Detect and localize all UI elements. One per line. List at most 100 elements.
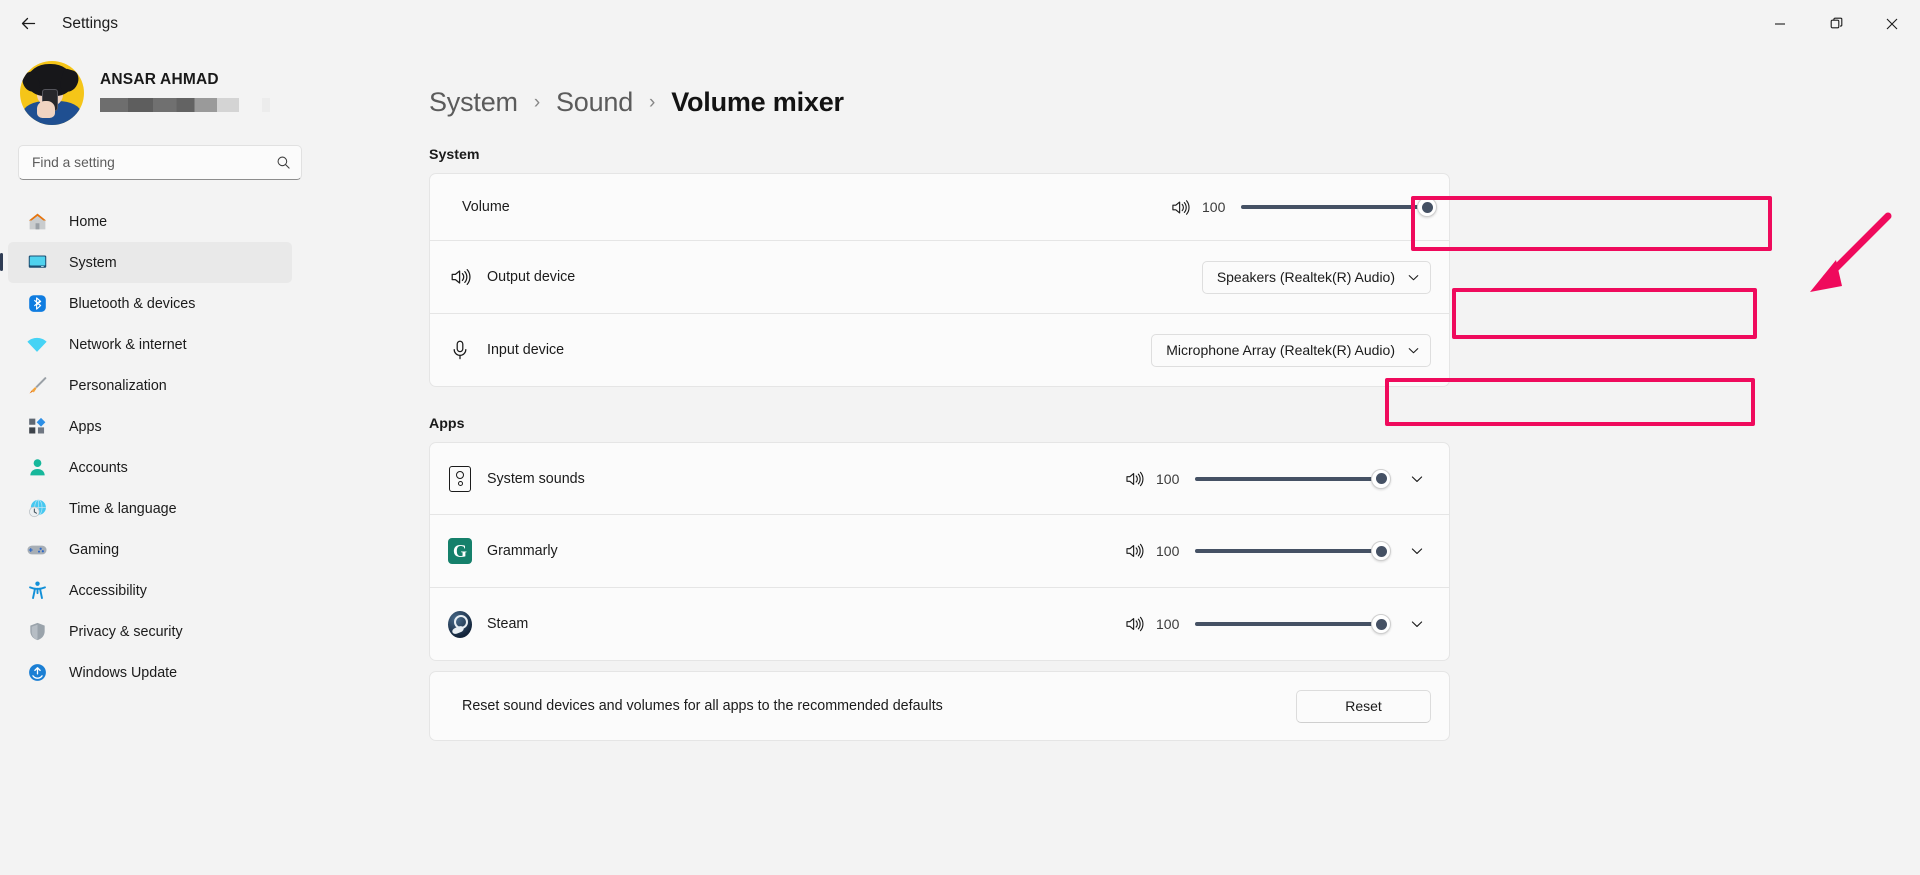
reset-card-group: Reset sound devices and volumes for all …	[429, 671, 1450, 741]
input-device-value: Microphone Array (Realtek(R) Audio)	[1166, 342, 1395, 358]
search-box[interactable]	[18, 145, 302, 180]
arrow-left-icon	[21, 17, 35, 30]
speaker-icon	[448, 265, 472, 289]
app-expand-button[interactable]	[1403, 537, 1431, 565]
home-icon	[26, 211, 48, 233]
microphone-icon	[448, 338, 472, 362]
sidebar-item-gaming[interactable]: Gaming	[8, 529, 292, 570]
speaker-icon	[1124, 614, 1144, 634]
reset-row: Reset sound devices and volumes for all …	[429, 671, 1450, 741]
sidebar-item-network-internet[interactable]: Network & internet	[8, 324, 292, 365]
paintbrush-icon	[26, 375, 48, 397]
sidebar-item-personalization[interactable]: Personalization	[8, 365, 292, 406]
app-row-label: System sounds	[487, 470, 585, 487]
app-expand-button[interactable]	[1403, 465, 1431, 493]
app-expand-button[interactable]	[1403, 610, 1431, 638]
minimize-button[interactable]	[1752, 0, 1808, 47]
sidebar-nav: Home System Bluetooth & devices Network …	[0, 201, 382, 693]
app-volume-group: 100	[1124, 465, 1431, 493]
chevron-down-icon	[1411, 475, 1423, 482]
sidebar-item-privacy-security[interactable]: Privacy & security	[8, 611, 292, 652]
restore-icon	[1830, 17, 1842, 29]
volume-slider-thumb[interactable]	[1417, 197, 1437, 217]
close-button[interactable]	[1864, 0, 1920, 47]
volume-slider[interactable]	[1241, 196, 1437, 218]
sidebar-item-label: Accounts	[69, 459, 128, 476]
accessibility-icon	[26, 580, 48, 602]
account-block[interactable]: ANSAR AHMAD	[0, 47, 382, 131]
sidebar-item-accounts[interactable]: Accounts	[8, 447, 292, 488]
app-row-label: Steam	[487, 616, 529, 632]
title-bar: Settings	[0, 0, 1920, 47]
breadcrumb: System › Sound › Volume mixer	[429, 47, 1920, 118]
app-volume-slider-thumb[interactable]	[1371, 614, 1391, 634]
app-volume-group: 100	[1124, 610, 1431, 638]
chevron-down-icon	[1411, 621, 1423, 627]
sidebar-item-time-language[interactable]: Time & language	[8, 488, 292, 529]
sidebar-item-system[interactable]: System	[0, 242, 292, 283]
speaker-icon	[1124, 541, 1144, 561]
breadcrumb-sound[interactable]: Sound	[556, 87, 633, 118]
system-section-heading: System	[429, 147, 480, 163]
app-volume-slider[interactable]	[1195, 468, 1391, 490]
output-device-label: Output device	[487, 269, 576, 285]
update-icon	[26, 662, 48, 684]
sidebar-item-windows-update[interactable]: Windows Update	[8, 652, 292, 693]
display-icon	[26, 252, 48, 274]
sidebar-item-home[interactable]: Home	[8, 201, 292, 242]
clock-globe-icon	[26, 498, 48, 520]
app-volume-value: 100	[1156, 543, 1180, 559]
input-device-dropdown[interactable]: Microphone Array (Realtek(R) Audio)	[1151, 333, 1431, 367]
sidebar-item-label: Home	[69, 213, 108, 230]
sidebar-item-accessibility[interactable]: Accessibility	[8, 570, 292, 611]
sidebar-item-bluetooth-devices[interactable]: Bluetooth & devices	[8, 283, 292, 324]
steam-icon	[448, 610, 472, 638]
apps-section-heading: Apps	[429, 416, 465, 432]
app-row-steam: Steam 100	[429, 588, 1450, 661]
output-device-dropdown[interactable]: Speakers (Realtek(R) Audio)	[1201, 260, 1431, 294]
sidebar-item-label: Personalization	[69, 377, 167, 394]
search-wrapper	[0, 131, 382, 180]
account-info: ANSAR AHMAD	[100, 71, 270, 116]
speaker-icon	[1124, 469, 1144, 489]
breadcrumb-separator: ›	[649, 91, 656, 113]
page-title: Volume mixer	[671, 87, 844, 117]
search-input[interactable]	[32, 155, 276, 170]
sidebar-item-label: System	[69, 254, 117, 271]
apps-icon	[26, 416, 48, 438]
chevron-down-icon	[1411, 548, 1423, 554]
input-device-row: Input device Microphone Array (Realtek(R…	[429, 314, 1450, 387]
app-volume-value: 100	[1156, 616, 1180, 632]
person-icon	[26, 457, 48, 479]
app-volume-slider[interactable]	[1195, 613, 1391, 635]
search-icon	[277, 156, 290, 169]
app-volume-slider-thumb[interactable]	[1371, 541, 1391, 561]
back-button[interactable]	[8, 8, 48, 40]
gamepad-icon	[26, 539, 48, 561]
volume-slider-group: 100	[1170, 196, 1437, 218]
breadcrumb-separator: ›	[533, 91, 540, 113]
app-volume-slider-thumb[interactable]	[1371, 468, 1391, 489]
breadcrumb-system[interactable]: System	[429, 87, 518, 118]
apps-card-group: System sounds 100 G Grammarly 100 Steam …	[429, 442, 1450, 661]
shield-icon	[26, 621, 48, 643]
chevron-down-icon	[1408, 274, 1419, 280]
wifi-icon	[26, 334, 48, 356]
grammarly-icon: G	[448, 538, 472, 564]
reset-button[interactable]: Reset	[1296, 689, 1431, 723]
app-volume-value: 100	[1156, 470, 1180, 487]
close-icon	[1886, 18, 1898, 29]
output-device-row: Output device Speakers (Realtek(R) Audio…	[429, 241, 1450, 314]
sidebar-item-apps[interactable]: Apps	[8, 406, 292, 447]
bluetooth-icon	[26, 293, 48, 315]
maximize-button[interactable]	[1808, 0, 1864, 47]
app-volume-slider[interactable]	[1195, 540, 1391, 562]
account-email-redacted	[100, 97, 270, 112]
window-title: Settings	[62, 14, 119, 32]
account-name: ANSAR AHMAD	[100, 70, 219, 88]
system-card-group: Volume 100 Output device Speakers (Realt…	[429, 173, 1450, 387]
sidebar-item-label: Gaming	[69, 541, 120, 558]
window-controls	[1752, 0, 1920, 47]
chevron-down-icon	[1408, 347, 1419, 353]
input-device-label: Input device	[487, 342, 565, 358]
